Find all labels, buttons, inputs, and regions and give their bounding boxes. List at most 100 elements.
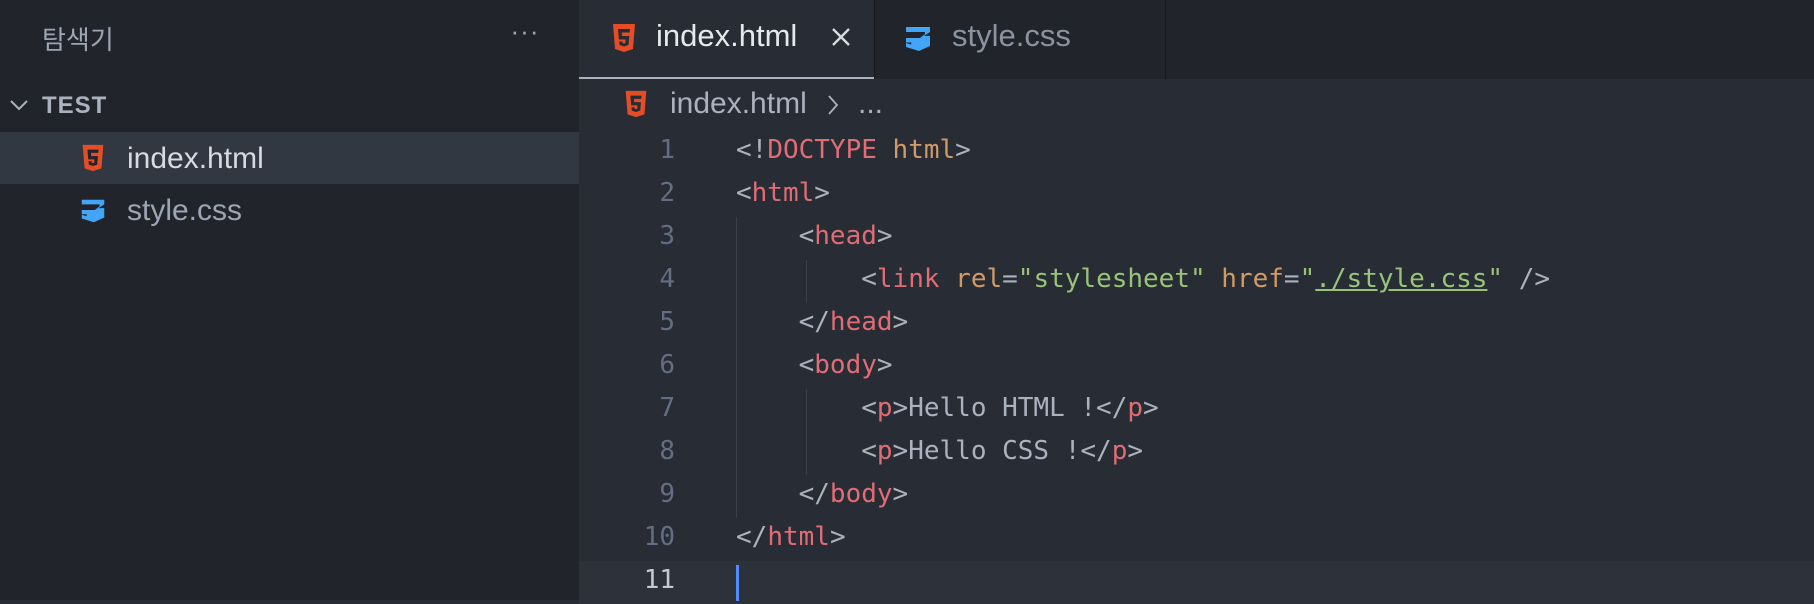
line-number: 8 bbox=[659, 436, 675, 466]
breadcrumb: index.html ... bbox=[579, 81, 1814, 127]
chevron-down-icon bbox=[10, 100, 28, 111]
line-number: 10 bbox=[643, 522, 675, 552]
code-text: <p>Hello HTML !</p> bbox=[736, 393, 1159, 423]
code-text: </html> bbox=[736, 522, 846, 552]
code-token: p bbox=[1111, 436, 1128, 466]
code-token: " bbox=[1487, 264, 1504, 294]
line-number: 9 bbox=[659, 479, 675, 509]
code-token: > bbox=[892, 307, 909, 337]
code-text: </body> bbox=[736, 479, 909, 509]
css3-icon bbox=[81, 199, 105, 223]
code-token: body bbox=[829, 479, 893, 509]
line-number: 4 bbox=[659, 264, 675, 294]
code-token: > bbox=[829, 522, 846, 552]
close-icon[interactable] bbox=[827, 23, 855, 51]
code-text: <body> bbox=[736, 350, 893, 380]
html5-icon bbox=[613, 24, 635, 52]
explorer-title: 탐색기 bbox=[42, 25, 114, 55]
code-token: head bbox=[829, 307, 893, 337]
breadcrumb-file[interactable]: index.html bbox=[670, 87, 807, 121]
code-token: > bbox=[876, 221, 893, 251]
code-token: href bbox=[1221, 264, 1284, 294]
code-token: link bbox=[876, 264, 940, 294]
code-text: <link rel="stylesheet" href="./style.css… bbox=[736, 264, 1550, 294]
indent-guide bbox=[806, 260, 807, 303]
code-token: < bbox=[736, 221, 815, 251]
code-token: head bbox=[814, 221, 877, 251]
code-token: html bbox=[767, 522, 830, 552]
code-token: > bbox=[814, 178, 830, 208]
code-token: = bbox=[1002, 264, 1018, 294]
line-number: 7 bbox=[659, 393, 675, 423]
code-token: " bbox=[1299, 264, 1316, 294]
code-token: < bbox=[736, 350, 815, 380]
file-label: index.html bbox=[127, 142, 264, 175]
file-item-index-html[interactable]: index.html bbox=[0, 132, 579, 184]
code-token: body bbox=[814, 350, 877, 380]
code-line[interactable]: 6 <body> bbox=[579, 346, 1814, 389]
code-line[interactable]: 8 <p>Hello CSS !</p> bbox=[579, 432, 1814, 475]
code-line[interactable]: 1 <!DOCTYPE html> bbox=[579, 131, 1814, 174]
code-token: ./style.css bbox=[1315, 264, 1488, 294]
code-token: </ bbox=[736, 307, 830, 337]
folder-row-test[interactable]: TEST bbox=[0, 84, 579, 126]
line-number: 5 bbox=[659, 307, 675, 337]
code-token: > bbox=[876, 350, 893, 380]
tab-index-html[interactable]: index.html bbox=[579, 0, 874, 79]
code-token: p bbox=[876, 393, 893, 423]
css3-icon bbox=[906, 27, 930, 51]
file-label: style.css bbox=[127, 194, 243, 227]
code-line[interactable]: 2 <html> bbox=[579, 174, 1814, 217]
code-line[interactable]: 5 </head> bbox=[579, 303, 1814, 346]
code-token: "stylesheet" bbox=[1017, 264, 1206, 294]
chevron-right-icon bbox=[828, 95, 839, 115]
line-number: 3 bbox=[659, 221, 675, 251]
code-text: <html> bbox=[736, 178, 830, 208]
code-token: > bbox=[1127, 436, 1144, 466]
line-number: 2 bbox=[659, 178, 675, 208]
code-text: </head> bbox=[736, 307, 909, 337]
code-token: html bbox=[751, 178, 815, 208]
code-token: </ bbox=[736, 522, 768, 552]
code-token: > bbox=[955, 135, 971, 165]
code-token: < bbox=[736, 178, 752, 208]
code-token: > bbox=[1143, 393, 1159, 423]
code-token: >Hello HTML !</ bbox=[892, 393, 1128, 423]
code-line[interactable]: 3 <head> bbox=[579, 217, 1814, 260]
breadcrumb-symbols[interactable]: ... bbox=[858, 87, 883, 121]
editor-tab-bar: index.html style.css bbox=[579, 0, 1814, 79]
explorer-sidebar: 탐색기 ··· TEST index.html style.css bbox=[0, 0, 579, 600]
code-line[interactable]: 7 <p>Hello HTML !</p> bbox=[579, 389, 1814, 432]
code-token: > bbox=[892, 479, 909, 509]
code-line[interactable]: 4 <link rel="stylesheet" href="./style.c… bbox=[579, 260, 1814, 303]
html5-icon bbox=[625, 90, 647, 118]
more-actions-icon[interactable]: ··· bbox=[505, 14, 545, 48]
line-number: 11 bbox=[643, 565, 675, 595]
line-number: 6 bbox=[659, 350, 675, 380]
text-cursor bbox=[736, 565, 739, 601]
code-line[interactable]: 9 </body> bbox=[579, 475, 1814, 518]
line-number: 1 bbox=[659, 135, 675, 165]
tab-style-css[interactable]: style.css bbox=[875, 0, 1166, 79]
code-token: /> bbox=[1503, 264, 1551, 294]
code-text: <head> bbox=[736, 221, 893, 251]
code-editor[interactable]: 11 10 </html> 9 </body> 8 <p>Hello CSS !</p>… bbox=[579, 131, 1814, 604]
indent-guide bbox=[736, 217, 737, 518]
code-token: = bbox=[1283, 264, 1300, 294]
file-item-style-css[interactable]: style.css bbox=[0, 184, 579, 236]
tab-label: style.css bbox=[952, 18, 1071, 53]
code-text: <!DOCTYPE html> bbox=[736, 135, 971, 165]
code-token: html bbox=[892, 135, 956, 165]
code-token: <! bbox=[736, 135, 768, 165]
code-text: <p>Hello CSS !</p> bbox=[736, 436, 1143, 466]
tab-label: index.html bbox=[656, 18, 798, 53]
html5-icon bbox=[82, 144, 104, 172]
code-token: rel bbox=[955, 264, 1003, 294]
code-line[interactable]: 10 </html> bbox=[579, 518, 1814, 561]
code-line[interactable]: 11 bbox=[579, 561, 1814, 604]
indent-guide bbox=[806, 389, 807, 475]
code-token: p bbox=[1127, 393, 1144, 423]
